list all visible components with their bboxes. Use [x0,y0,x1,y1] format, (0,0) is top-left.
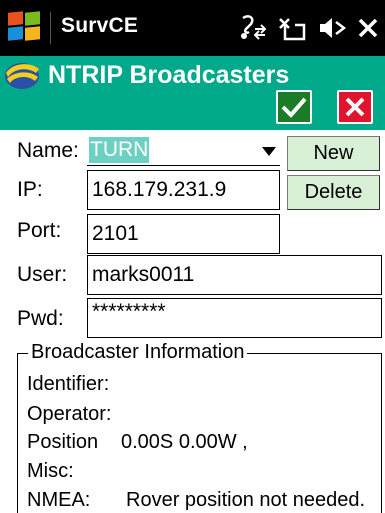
status-bar: SurvCE [0,0,385,56]
cancel-button[interactable] [337,90,373,124]
status-icons [237,12,379,44]
name-dropdown-value: TURN [89,137,150,163]
checkmark-icon [281,97,307,118]
x-icon [345,97,365,117]
title-bar: NTRIP Broadcasters [0,56,385,130]
volume-icon[interactable] [317,15,347,41]
name-label: Name: [17,139,79,162]
port-field[interactable]: 2101 [87,214,280,254]
status-divider [50,12,51,44]
survce-logo-icon [5,63,39,89]
signal-off-icon[interactable] [277,15,307,41]
page-title: NTRIP Broadcasters [48,61,290,89]
position-value: 0.00S 0.00W , [121,431,248,453]
ip-label: IP: [17,178,43,201]
windows-start-icon[interactable] [8,11,42,42]
delete-button[interactable]: Delete [287,175,380,210]
ip-field[interactable]: 168.179.231.9 [87,170,280,210]
broadcaster-form: Name: TURN New IP: 168.179.231.9 Delete … [0,130,385,513]
pwd-field[interactable]: ********* [87,298,382,338]
ok-button[interactable] [276,90,312,124]
name-dropdown[interactable]: TURN [87,137,280,166]
broadcaster-info-group: Broadcaster Information Identifier: Oper… [17,341,382,513]
app-name: SurvCE [61,14,139,37]
new-button[interactable]: New [287,136,380,171]
connectivity-icon[interactable] [237,15,267,41]
chevron-down-icon [262,147,276,156]
position-label: Position [27,431,99,453]
nmea-label: NMEA: [27,489,91,511]
broadcaster-info-legend: Broadcaster Information [28,341,248,364]
user-field[interactable]: marks0011 [87,255,382,295]
identifier-label: Identifier: [27,373,110,395]
pwd-label: Pwd: [17,307,64,330]
misc-label: Misc: [27,460,74,482]
operator-label: Operator: [27,403,112,425]
user-label: User: [17,263,68,286]
close-icon[interactable] [357,15,379,41]
nmea-value: Rover position not needed. [126,489,366,511]
port-label: Port: [17,219,62,242]
